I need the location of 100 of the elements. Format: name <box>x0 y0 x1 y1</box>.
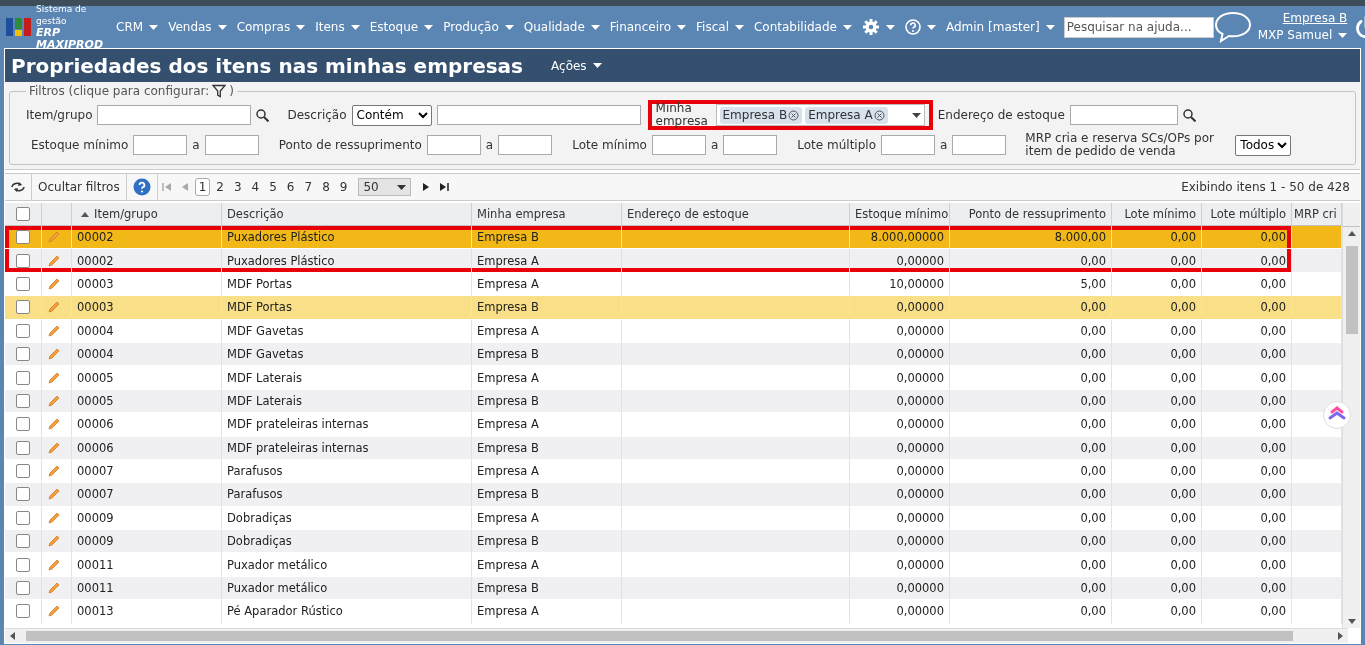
nav-menu[interactable]: Fiscal <box>691 14 749 40</box>
range-from-field[interactable] <box>133 135 188 155</box>
page-link[interactable]: 2 <box>212 178 228 196</box>
remove-icon[interactable] <box>873 109 885 121</box>
edit-icon[interactable] <box>47 370 61 385</box>
row-checkbox[interactable] <box>16 230 30 245</box>
row-checkbox[interactable] <box>16 487 30 502</box>
vertical-scrollbar[interactable] <box>1342 203 1360 628</box>
range-from-field[interactable] <box>651 135 706 155</box>
row-checkbox[interactable] <box>16 417 30 432</box>
nav-menu[interactable]: Contabilidade <box>748 14 857 40</box>
remove-icon[interactable] <box>788 109 800 121</box>
hide-filters-button[interactable]: Ocultar filtros <box>32 174 127 200</box>
range-to-field[interactable] <box>498 135 553 155</box>
row-checkbox[interactable] <box>16 323 30 338</box>
select-all-checkbox[interactable] <box>16 207 30 221</box>
nav-menu[interactable]: Produção <box>438 14 519 40</box>
page-size-select[interactable]: 50 <box>358 178 411 196</box>
table-row[interactable]: 00002 Puxadores Plástico Empresa B 8.000,00000 8.000,00 0,00 0,00 <box>5 226 1342 250</box>
search-icon[interactable] <box>256 108 270 122</box>
table-row[interactable]: 00007 Parafusos Empresa B 0,00000 0,00 0,00 0,00 <box>5 483 1342 507</box>
help-search-field[interactable]: Pesquisar na ajuda... <box>1063 16 1214 38</box>
description-field[interactable] <box>436 105 641 125</box>
nav-menu[interactable]: Compras <box>231 14 311 40</box>
scrollbar-thumb[interactable] <box>26 631 1293 641</box>
search-icon[interactable] <box>1182 108 1196 122</box>
stock-address-field[interactable] <box>1069 105 1178 125</box>
edit-icon[interactable] <box>47 487 61 502</box>
row-checkbox[interactable] <box>16 370 30 385</box>
row-checkbox[interactable] <box>16 534 30 549</box>
scroll-right-icon[interactable] <box>1338 632 1343 640</box>
column-header[interactable]: Estoque mínimo <box>850 203 950 226</box>
company-tag[interactable]: Empresa A <box>805 106 888 124</box>
scroll-up-icon[interactable] <box>1347 231 1356 236</box>
table-row[interactable]: 00013 Pé Aparador Rústico Empresa A 0,00000 0,00 0,00 0,00 <box>5 600 1342 624</box>
table-row[interactable]: 00003 MDF Portas Empresa A 10,00000 5,00 0,00 0,00 <box>5 272 1342 297</box>
nav-menu[interactable]: Estoque <box>364 14 439 40</box>
table-row[interactable]: 00009 Dobradiças Empresa B 0,00000 0,00 0,00 0,00 <box>5 530 1342 554</box>
actions-menu[interactable]: Ações <box>545 57 608 74</box>
page-link[interactable]: 1 <box>194 178 211 196</box>
edit-icon[interactable] <box>47 417 61 432</box>
company-select[interactable]: Empresa B Empresa A <box>715 104 925 126</box>
table-row[interactable]: 00007 Parafusos Empresa A 0,00000 0,00 0,00 0,00 <box>5 459 1342 484</box>
company-tag[interactable]: Empresa B <box>719 106 803 124</box>
range-to-field[interactable] <box>723 135 778 155</box>
nav-menu[interactable]: Vendas <box>163 14 232 40</box>
range-from-field[interactable] <box>426 135 481 155</box>
edit-icon[interactable] <box>47 510 61 525</box>
edit-icon[interactable] <box>47 581 61 596</box>
table-row[interactable]: 00004 MDF Gavetas Empresa A 0,00000 0,00 0,00 0,00 <box>5 319 1342 343</box>
scrollbar-thumb[interactable] <box>1345 246 1358 334</box>
column-header[interactable]: MRP cri <box>1292 203 1342 226</box>
table-row[interactable]: 00005 MDF Laterais Empresa B 0,00000 0,00 0,00 0,00 <box>5 389 1342 414</box>
edit-icon[interactable] <box>47 557 61 572</box>
nav-menu[interactable]: Financeiro <box>604 14 692 40</box>
row-checkbox[interactable] <box>16 300 30 315</box>
range-to-field[interactable] <box>204 135 259 155</box>
page-link[interactable]: 9 <box>335 178 352 196</box>
table-row[interactable]: 00011 Puxador metálico Empresa B 0,00000 0,00 0,00 0,00 <box>5 576 1342 601</box>
row-checkbox[interactable] <box>16 253 30 268</box>
chat-icon[interactable] <box>1213 11 1252 43</box>
row-checkbox[interactable] <box>16 464 30 479</box>
scroll-down-icon[interactable] <box>1347 619 1356 624</box>
edit-icon[interactable] <box>47 323 61 338</box>
row-checkbox[interactable] <box>16 393 30 408</box>
help-icon[interactable] <box>132 178 151 196</box>
filter-icon[interactable] <box>212 84 227 98</box>
page-link[interactable]: 8 <box>318 178 334 196</box>
edit-icon[interactable] <box>47 534 61 549</box>
edit-icon[interactable] <box>47 300 61 315</box>
page-link[interactable]: 5 <box>265 178 281 196</box>
edit-icon[interactable] <box>47 440 61 455</box>
next-page-icon[interactable] <box>420 182 431 192</box>
page-link[interactable]: 6 <box>282 178 299 196</box>
table-row[interactable]: 00011 Puxador metálico Empresa A 0,00000 0,00 0,00 0,00 <box>5 553 1342 577</box>
match-mode-select[interactable]: Contém <box>351 104 432 126</box>
assistant-icon[interactable] <box>1323 401 1351 429</box>
nav-menu[interactable]: Itens <box>310 14 365 40</box>
item-field[interactable] <box>97 105 252 125</box>
table-row[interactable]: 00006 MDF prateleiras internas Empresa B 0,00000 0,00 0,00 0,00 <box>5 436 1342 460</box>
last-page-icon[interactable] <box>438 182 449 192</box>
edit-icon[interactable] <box>47 276 61 291</box>
nav-menu[interactable]: Qualidade <box>518 14 605 40</box>
nav-menu[interactable]: CRM <box>111 14 164 40</box>
range-to-field[interactable] <box>952 135 1007 155</box>
column-header[interactable]: Item/grupo <box>72 203 222 226</box>
user-menu[interactable]: Admin [master] <box>940 14 1060 40</box>
edit-icon[interactable] <box>47 604 61 619</box>
page-link[interactable]: 4 <box>247 178 264 196</box>
page-link[interactable]: 3 <box>229 178 246 196</box>
column-header[interactable]: Lote mínimo <box>1112 203 1202 226</box>
mrp-select[interactable]: Todos <box>1235 134 1292 156</box>
horizontal-scrollbar[interactable] <box>5 628 1348 643</box>
column-header[interactable]: Minha empresa <box>472 203 622 226</box>
company-link[interactable]: Empresa B <box>1282 11 1348 25</box>
column-header[interactable]: Ponto de ressuprimento <box>950 203 1112 226</box>
row-checkbox[interactable] <box>16 276 30 291</box>
column-header[interactable]: Endereço de estoque <box>622 203 850 226</box>
row-checkbox[interactable] <box>16 510 30 525</box>
scroll-left-icon[interactable] <box>10 632 15 640</box>
